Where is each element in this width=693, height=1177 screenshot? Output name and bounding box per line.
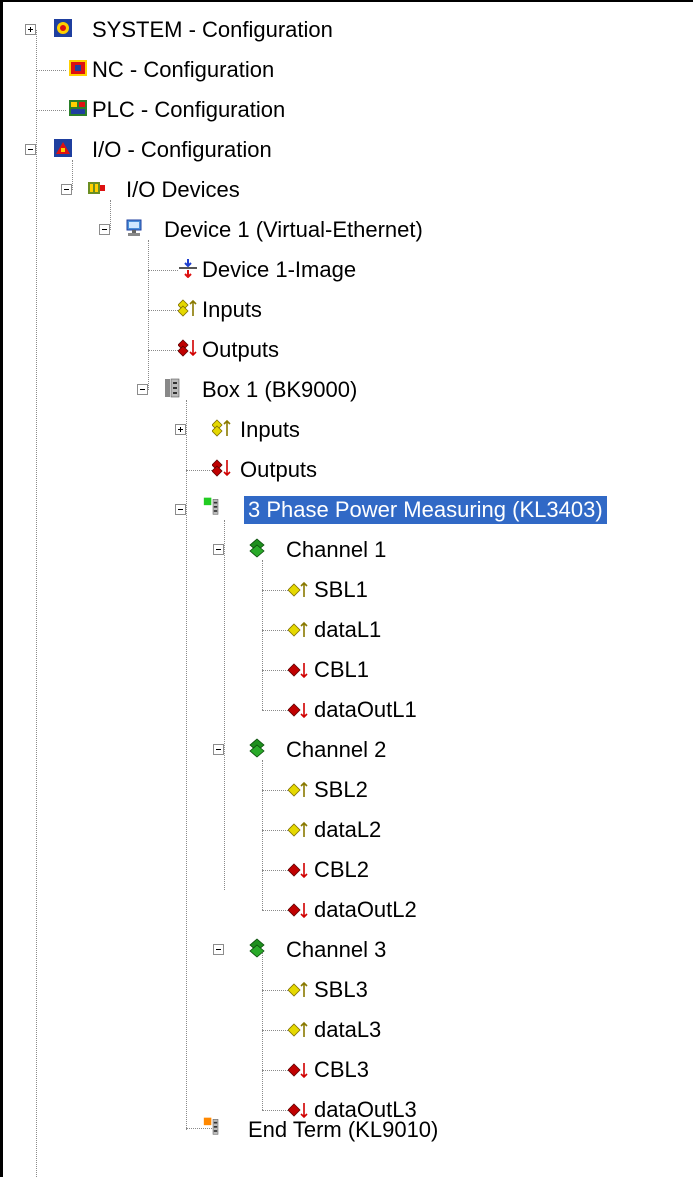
expand-button[interactable] (175, 424, 186, 435)
tree-line (262, 630, 290, 631)
inputs-icon (212, 419, 231, 437)
tree-line (262, 1110, 290, 1111)
tree-item-device-1[interactable]: Device 1 (Virtual-Ethernet) (160, 216, 427, 244)
tree-item-nc-configuration[interactable]: NC - Configuration (88, 56, 278, 84)
tree-line (262, 670, 290, 671)
tree-line (262, 1030, 290, 1031)
output-variable-icon (288, 903, 308, 919)
tree-line (262, 560, 263, 710)
bus-coupler-icon (165, 378, 180, 398)
tree-item-sbl1[interactable]: SBL1 (310, 576, 372, 604)
tree-line (72, 160, 73, 190)
output-variable-icon (288, 663, 308, 679)
output-variable-icon (288, 703, 308, 719)
tree-line (36, 70, 66, 71)
tree-line (262, 790, 290, 791)
tree-line (36, 30, 37, 1177)
tree-item-device-inputs[interactable]: Inputs (198, 296, 266, 324)
tree-line (262, 760, 263, 910)
collapse-button[interactable] (137, 384, 148, 395)
tree-line (224, 520, 225, 890)
terminal-icon (203, 1117, 219, 1135)
expand-button[interactable] (25, 24, 36, 35)
tree-item-box-1[interactable]: Box 1 (BK9000) (198, 376, 361, 404)
outputs-icon (178, 339, 197, 357)
tree-line (262, 990, 290, 991)
tree-item-box-inputs[interactable]: Inputs (236, 416, 304, 444)
collapse-button[interactable] (99, 224, 110, 235)
tree-line (148, 350, 178, 351)
collapse-button[interactable] (213, 544, 224, 555)
collapse-button[interactable] (213, 744, 224, 755)
panel-border-left (0, 0, 3, 1177)
process-image-icon (179, 259, 197, 278)
tree-item-sbl3[interactable]: SBL3 (310, 976, 372, 1004)
network-device-icon (126, 219, 142, 236)
tree-line (262, 910, 290, 911)
panel-border-top (0, 0, 693, 2)
channel-icon (249, 938, 265, 958)
tree-item-box-outputs[interactable]: Outputs (236, 456, 321, 484)
collapse-button[interactable] (213, 944, 224, 955)
collapse-button[interactable] (61, 184, 72, 195)
tree-line (262, 830, 290, 831)
tree-item-io-devices[interactable]: I/O Devices (122, 176, 244, 204)
input-variable-icon (288, 781, 308, 797)
collapse-button[interactable] (25, 144, 36, 155)
tree-line (186, 400, 187, 1130)
tree-line (262, 870, 290, 871)
tree-item-datal1[interactable]: dataL1 (310, 616, 385, 644)
io-devices-icon (88, 182, 105, 194)
tree-item-channel-3[interactable]: Channel 3 (282, 936, 390, 964)
tree-item-datal2[interactable]: dataL2 (310, 816, 385, 844)
tree-line (262, 1070, 290, 1071)
tree-item-cbl1[interactable]: CBL1 (310, 656, 373, 684)
tree-item-dataoutl2[interactable]: dataOutL2 (310, 896, 421, 924)
input-variable-icon (288, 981, 308, 997)
channel-icon (249, 738, 265, 758)
tree-item-cbl2[interactable]: CBL2 (310, 856, 373, 884)
collapse-button[interactable] (175, 504, 186, 515)
input-variable-icon (288, 621, 308, 637)
tree-item-io-configuration[interactable]: I/O - Configuration (88, 136, 276, 164)
tree-item-channel-2[interactable]: Channel 2 (282, 736, 390, 764)
input-variable-icon (288, 821, 308, 837)
tree-line (262, 590, 290, 591)
plc-config-icon (69, 100, 87, 116)
output-variable-icon (288, 863, 308, 879)
outputs-icon (212, 459, 231, 477)
nc-config-icon (69, 60, 87, 76)
tree-line (262, 710, 290, 711)
tree-item-system-configuration[interactable]: SYSTEM - Configuration (88, 16, 337, 44)
io-config-icon (54, 139, 72, 157)
io-configuration-tree[interactable]: SYSTEM - Configuration NC - Configuratio… (0, 0, 693, 1177)
channel-icon (249, 538, 265, 558)
tree-item-sbl2[interactable]: SBL2 (310, 776, 372, 804)
input-variable-icon (288, 1021, 308, 1037)
tree-item-device-1-image[interactable]: Device 1-Image (198, 256, 360, 284)
tree-item-cbl3[interactable]: CBL3 (310, 1056, 373, 1084)
system-config-icon (54, 19, 72, 37)
tree-line (148, 310, 178, 311)
tree-line (36, 110, 66, 111)
tree-line (110, 200, 111, 230)
tree-item-plc-configuration[interactable]: PLC - Configuration (88, 96, 289, 124)
tree-item-end-term[interactable]: End Term (KL9010) (244, 1116, 442, 1144)
inputs-icon (178, 299, 197, 317)
input-variable-icon (288, 581, 308, 597)
tree-item-datal3[interactable]: dataL3 (310, 1016, 385, 1044)
tree-item-channel-1[interactable]: Channel 1 (282, 536, 390, 564)
tree-line (148, 270, 178, 271)
tree-item-dataoutl1[interactable]: dataOutL1 (310, 696, 421, 724)
tree-line (148, 240, 149, 390)
tree-item-device-outputs[interactable]: Outputs (198, 336, 283, 364)
terminal-icon (203, 497, 219, 515)
output-variable-icon (288, 1063, 308, 1079)
tree-item-kl3403-selected[interactable]: 3 Phase Power Measuring (KL3403) (244, 496, 607, 524)
